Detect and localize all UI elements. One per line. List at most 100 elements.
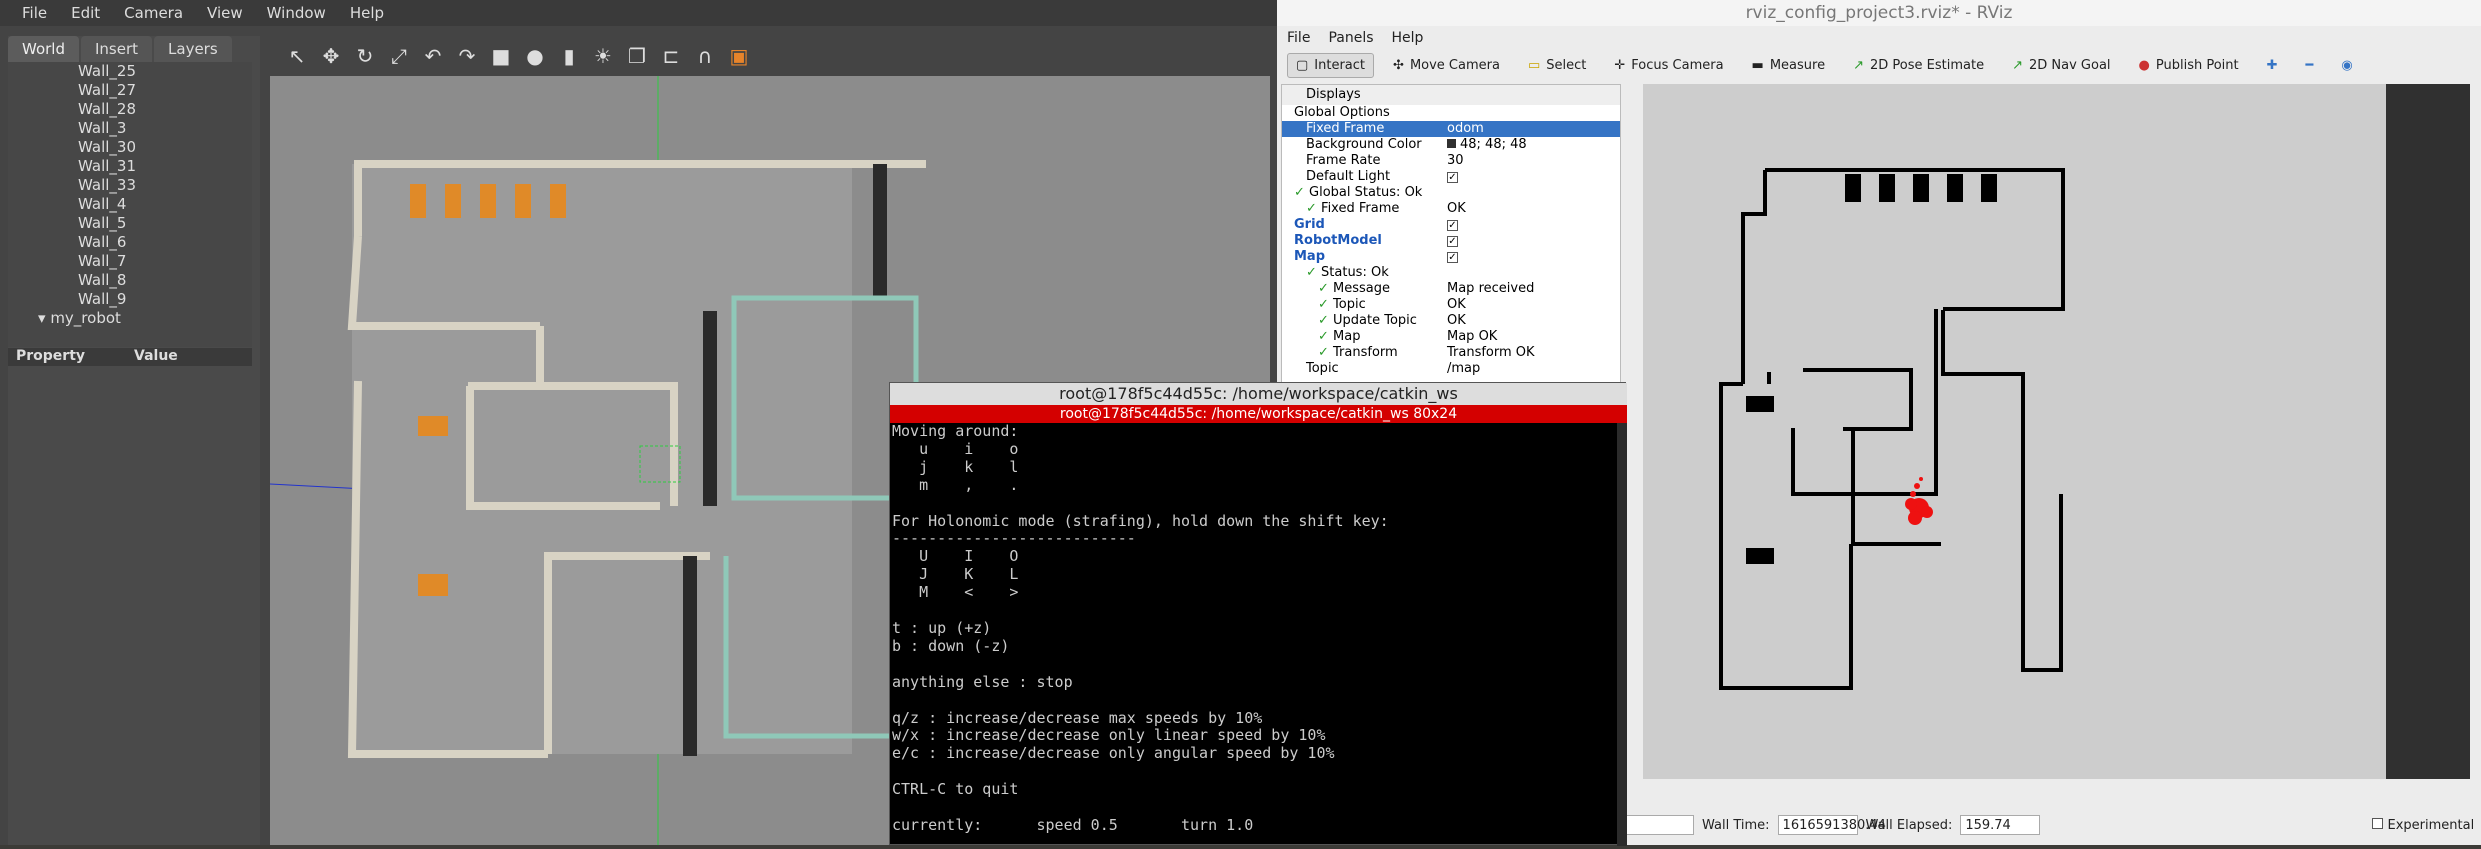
rviz-render-view[interactable] xyxy=(1643,84,2470,779)
tab-layers[interactable]: Layers xyxy=(154,36,232,62)
interact-button[interactable]: ▢ Interact xyxy=(1287,52,1375,78)
display-row-value[interactable] xyxy=(1447,185,1620,201)
display-row-value[interactable]: OK xyxy=(1447,313,1620,329)
display-row[interactable]: ✓ Transform Transform OK xyxy=(1282,345,1620,361)
displays-tree[interactable]: Global Options Fixed Frame odom Background … xyxy=(1282,105,1620,377)
expand-arrow-icon[interactable]: ▾ xyxy=(38,309,50,327)
display-row[interactable]: Topic/map xyxy=(1282,361,1620,377)
tree-item[interactable]: Wall_7 xyxy=(8,252,252,271)
tree-item[interactable]: Wall_5 xyxy=(8,214,252,233)
align-icon[interactable]: ⊏ xyxy=(658,43,684,69)
menu-edit[interactable]: Edit xyxy=(59,4,112,22)
pose-estimate-button[interactable]: ↗ 2D Pose Estimate xyxy=(1844,53,1993,78)
display-row[interactable]: ✓ Update Topic OK xyxy=(1282,313,1620,329)
translate-icon[interactable]: ✥ xyxy=(318,43,344,69)
display-row-value[interactable]: Transform OK xyxy=(1447,345,1620,361)
rviz-menu-panels[interactable]: Panels xyxy=(1328,30,1391,46)
select-button[interactable]: ▭ Select xyxy=(1519,53,1595,78)
undo-icon[interactable]: ↶ xyxy=(420,43,446,69)
experimental-label: Experimental xyxy=(2387,817,2475,833)
wall-elapsed-field[interactable]: 159.74 xyxy=(1960,815,2041,835)
rviz-menu-file[interactable]: File xyxy=(1287,30,1328,46)
terminal-window[interactable]: root@178f5c44d55c: /home/workspace/catki… xyxy=(889,382,1627,846)
terminal-output[interactable]: Moving around: u i o j k l m , . For Hol… xyxy=(890,423,1617,846)
nav-goal-button[interactable]: ↗ 2D Nav Goal xyxy=(2003,53,2119,78)
display-row[interactable]: Default Light ✓ xyxy=(1282,169,1620,185)
rotate-icon[interactable]: ↻ xyxy=(352,43,378,69)
tree-item[interactable]: Wall_28 xyxy=(8,100,252,119)
sphere-icon[interactable]: ● xyxy=(522,43,548,69)
display-row[interactable]: Fixed Frame odom xyxy=(1282,121,1620,137)
tree-item[interactable]: Wall_3 xyxy=(8,119,252,138)
tree-item[interactable]: Wall_33 xyxy=(8,176,252,195)
display-row[interactable]: RobotModel ✓ xyxy=(1282,233,1620,249)
menu-window[interactable]: Window xyxy=(255,4,338,22)
terminal-line: CTRL-C to quit xyxy=(892,780,1019,799)
tree-item[interactable]: Wall_8 xyxy=(8,271,252,290)
tree-item[interactable]: Wall_31 xyxy=(8,157,252,176)
display-row-value[interactable]: Map received xyxy=(1447,281,1620,297)
display-row-value[interactable]: odom xyxy=(1447,121,1620,137)
focus-camera-button[interactable]: ✛ Focus Camera xyxy=(1605,53,1732,78)
display-row[interactable]: Frame Rate 30 xyxy=(1282,153,1620,169)
cylinder-icon[interactable]: ▮ xyxy=(556,43,582,69)
menu-help[interactable]: Help xyxy=(338,4,396,22)
view-tool-icon[interactable]: ◉ xyxy=(2332,53,2361,78)
terminal-scrollbar[interactable] xyxy=(1617,423,1627,846)
remove-tool-icon[interactable]: ━ xyxy=(2297,53,2323,78)
select-icon[interactable]: ↖ xyxy=(284,43,310,69)
display-row-value[interactable]: ✓ xyxy=(1447,233,1620,249)
menu-camera[interactable]: Camera xyxy=(112,4,195,22)
color-icon[interactable]: ▣ xyxy=(726,43,752,69)
display-row[interactable]: Map ✓ xyxy=(1282,249,1620,265)
experimental-checkbox[interactable]: Experimental xyxy=(2372,817,2475,833)
display-row-value[interactable]: /map xyxy=(1447,361,1620,377)
display-row-value[interactable] xyxy=(1447,265,1620,281)
tree-item[interactable]: Wall_9 xyxy=(8,290,252,309)
display-row[interactable]: Grid ✓ xyxy=(1282,217,1620,233)
display-row-value[interactable]: ✓ xyxy=(1447,169,1620,185)
world-tree[interactable]: Wall_25 Wall_27 Wall_28 Wall_3 Wall_30 W… xyxy=(8,62,252,347)
rviz-menu-help[interactable]: Help xyxy=(1392,30,1442,46)
redo-icon[interactable]: ↷ xyxy=(454,43,480,69)
publish-point-button[interactable]: ● Publish Point xyxy=(2130,53,2248,78)
wall-time-field[interactable]: 1616591380.44 xyxy=(1777,815,1886,835)
menu-view[interactable]: View xyxy=(195,4,255,22)
display-row-value[interactable]: 48; 48; 48 xyxy=(1447,137,1620,153)
tab-insert[interactable]: Insert xyxy=(81,36,153,62)
tree-item-robot[interactable]: ▾ my_robot xyxy=(8,309,252,328)
display-row-value[interactable]: OK xyxy=(1447,297,1620,313)
display-row-value[interactable]: OK xyxy=(1447,201,1620,217)
display-row-value[interactable]: Map OK xyxy=(1447,329,1620,345)
display-row-value[interactable] xyxy=(1447,105,1620,121)
copy-icon[interactable]: ❐ xyxy=(624,43,650,69)
tab-world[interactable]: World xyxy=(8,36,79,62)
terminal-line: currently: speed 0.5 turn 1.0 xyxy=(892,815,1254,834)
box-icon[interactable]: ■ xyxy=(488,43,514,69)
display-row[interactable]: ✓ Global Status: Ok xyxy=(1282,185,1620,201)
display-row[interactable]: ✓ Status: Ok xyxy=(1282,265,1620,281)
sun-icon[interactable]: ☀ xyxy=(590,43,616,69)
ros-time-field[interactable] xyxy=(1622,815,1694,835)
tree-item[interactable]: Wall_6 xyxy=(8,233,252,252)
menu-file[interactable]: File xyxy=(10,4,59,22)
display-row[interactable]: ✓ Topic OK xyxy=(1282,297,1620,313)
move-camera-button[interactable]: ✣ Move Camera xyxy=(1384,53,1509,78)
display-row-value[interactable]: ✓ xyxy=(1447,249,1620,265)
add-tool-icon[interactable]: ✚ xyxy=(2258,53,2287,78)
measure-button[interactable]: ▬ Measure xyxy=(1743,53,1835,78)
tree-item[interactable]: Wall_27 xyxy=(8,81,252,100)
display-row[interactable]: ✓ Fixed Frame OK xyxy=(1282,201,1620,217)
tree-item[interactable]: Wall_4 xyxy=(8,195,252,214)
display-row[interactable]: ✓ Map Map OK xyxy=(1282,329,1620,345)
tree-item[interactable]: Wall_25 xyxy=(8,62,252,81)
display-row[interactable]: Global Options xyxy=(1282,105,1620,121)
scale-icon[interactable]: ⤢ xyxy=(386,43,412,69)
display-row-value[interactable]: ✓ xyxy=(1447,217,1620,233)
snap-icon[interactable]: ∩ xyxy=(692,43,718,69)
checkbox-icon[interactable] xyxy=(2372,817,2384,829)
display-row-value[interactable]: 30 xyxy=(1447,153,1620,169)
display-row[interactable]: ✓ Message Map received xyxy=(1282,281,1620,297)
display-row[interactable]: Background Color 48; 48; 48 xyxy=(1282,137,1620,153)
tree-item[interactable]: Wall_30 xyxy=(8,138,252,157)
